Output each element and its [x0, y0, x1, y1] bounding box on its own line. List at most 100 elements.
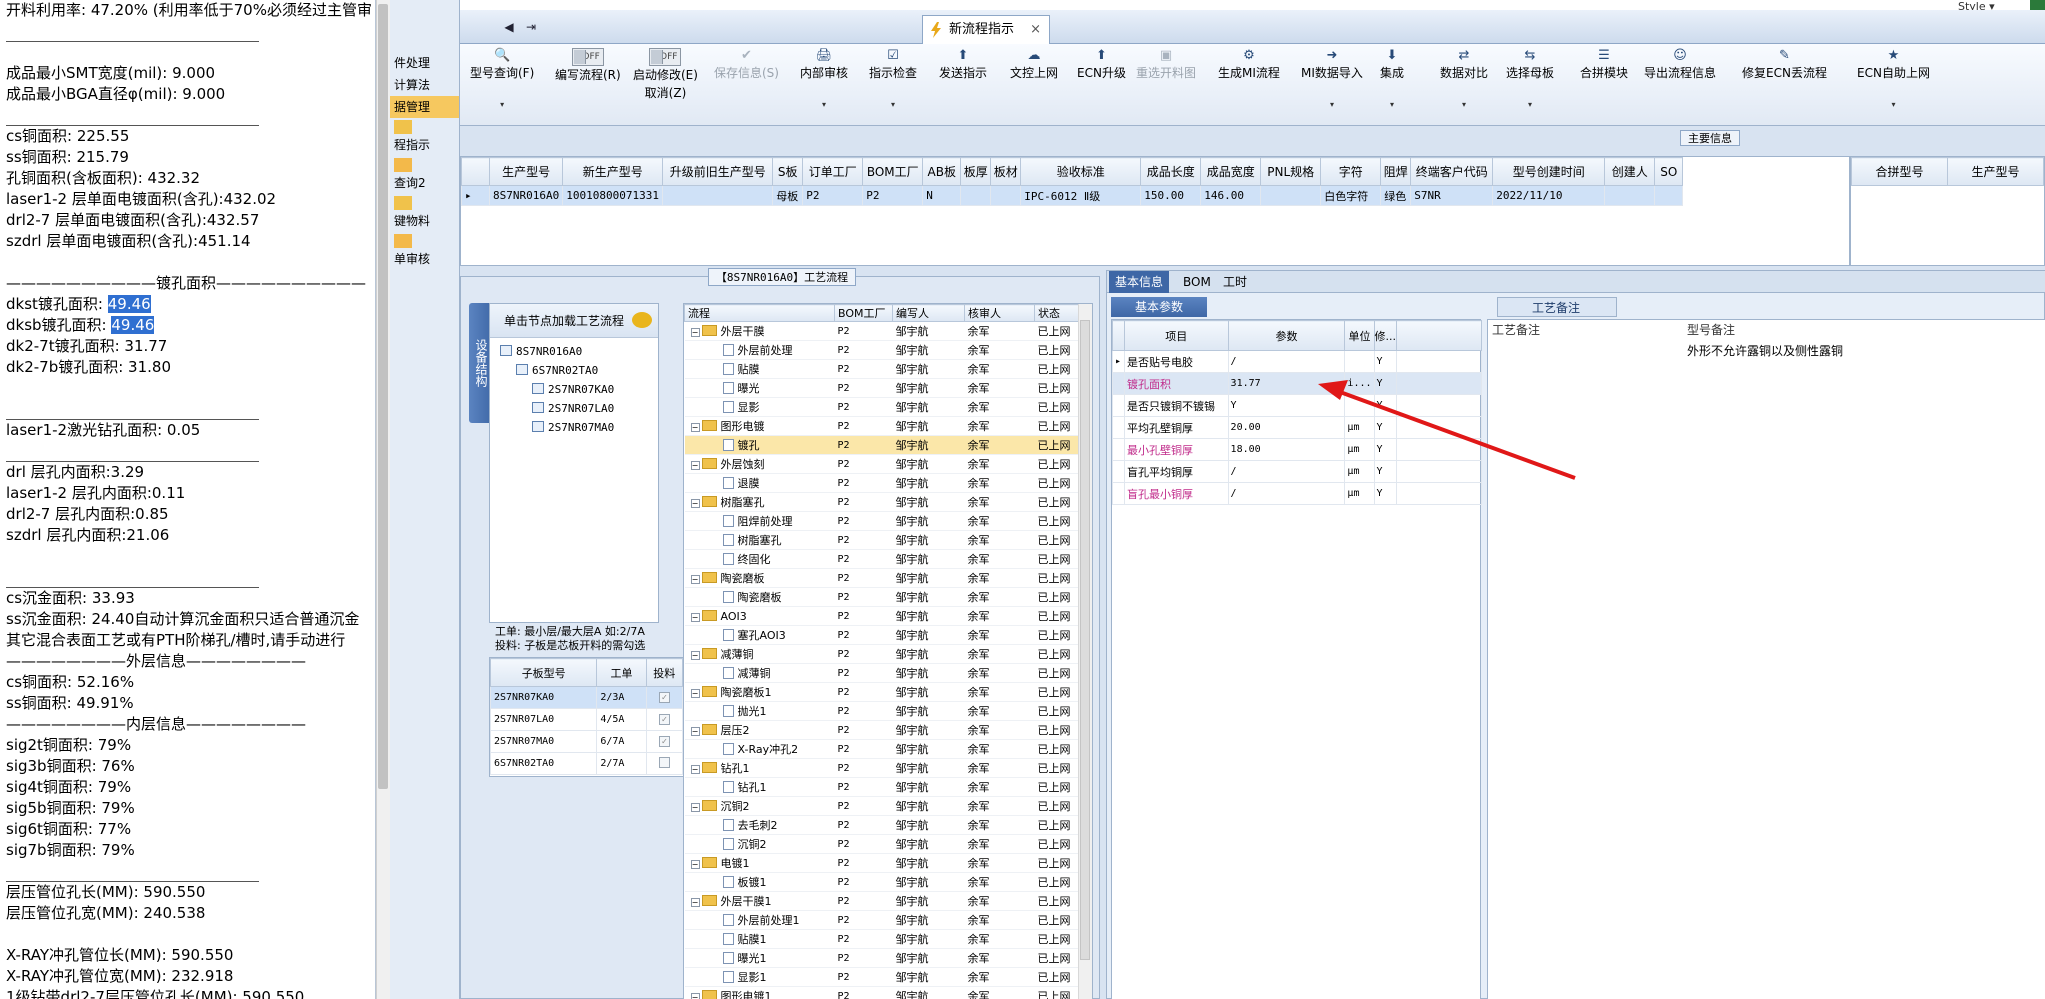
- feed-checkbox[interactable]: ✓: [658, 692, 670, 703]
- column-header[interactable]: 项目: [1123, 320, 1229, 351]
- table-cell[interactable]: 2022/11/10: [1492, 185, 1606, 206]
- toggle-switch[interactable]: OFF: [571, 48, 604, 66]
- flow-name-cell[interactable]: − 外层干膜: [684, 321, 835, 341]
- tree-node[interactable]: 6S7NR02TA0: [500, 361, 658, 380]
- column-header[interactable]: 单位: [1344, 320, 1375, 351]
- table-cell[interactable]: P2: [802, 185, 864, 206]
- column-header[interactable]: S板: [772, 157, 804, 186]
- tab-detail[interactable]: 工时: [1217, 271, 1253, 293]
- column-header[interactable]: 工单: [596, 658, 647, 687]
- param-value[interactable]: 18.00: [1227, 438, 1346, 461]
- toolbar-button[interactable]: ✎ 修复ECN丢流程: [1742, 48, 1827, 122]
- toolbar-button[interactable]: ☰ 合拼模块: [1580, 48, 1628, 122]
- flow-name-cell[interactable]: 外层前处理1: [684, 910, 835, 930]
- table-row[interactable]: ▸ 8S7NR016A0 10010800071331 母板 P2 P2 N IPC-6012…: [461, 185, 1684, 206]
- table-row[interactable]: 平均孔壁铜厚 20.00 μm Y: [1112, 416, 1482, 439]
- column-header[interactable]: 编写人: [892, 304, 965, 322]
- tree-node[interactable]: 2S7NR07LA0: [500, 399, 658, 418]
- table-row[interactable]: 2S7NR07KA0 2/3A ✓: [489, 686, 684, 709]
- table-row[interactable]: 板镀1 P2 邹宇航 余军 已上网: [684, 872, 1081, 892]
- column-header[interactable]: 合拼型号: [1851, 157, 1948, 186]
- table-row[interactable]: 钻孔1 P2 邹宇航 余军 已上网: [684, 777, 1081, 797]
- table-row[interactable]: − 图形电镀1 P2 邹宇航 余军 已上网: [684, 986, 1081, 999]
- column-header[interactable]: 投料: [645, 658, 684, 687]
- area-notes-panel[interactable]: 开料利用率: 47.20% (利用率低于70%必须经过主管审 成品最小SMT宽度(…: [0, 0, 376, 999]
- table-cell[interactable]: [662, 185, 774, 206]
- table-row[interactable]: − 层压2 P2 邹宇航 余军 已上网: [684, 720, 1081, 740]
- chevron-down-icon[interactable]: ▾: [1440, 100, 1488, 110]
- table-row[interactable]: 抛光1 P2 邹宇航 余军 已上网: [684, 701, 1081, 721]
- close-icon[interactable]: ×: [1030, 16, 1041, 44]
- flow-name-cell[interactable]: 陶瓷磨板: [684, 587, 835, 607]
- nav-item[interactable]: 单审核: [390, 248, 459, 270]
- collapse-icon[interactable]: −: [690, 612, 700, 622]
- feed-checkbox[interactable]: [658, 756, 670, 768]
- column-header[interactable]: 阻焊: [1380, 157, 1412, 186]
- flow-name-cell[interactable]: 退膜: [684, 473, 835, 493]
- table-row[interactable]: 2S7NR07LA0 4/5A ✓: [489, 708, 684, 731]
- table-cell[interactable]: N: [922, 185, 962, 206]
- column-header[interactable]: 创建人: [1604, 157, 1656, 186]
- column-header[interactable]: 板材: [990, 157, 1022, 186]
- chevron-down-icon[interactable]: ▾: [1857, 100, 1930, 110]
- table-row[interactable]: − 钻孔1 P2 邹宇航 余军 已上网: [684, 758, 1081, 778]
- board-tree[interactable]: 单击节点加载工艺流程 8S7NR016A0 6S7NR02TA0 2S7NR07KA…: [489, 303, 659, 623]
- column-header[interactable]: 成品长度: [1140, 157, 1202, 186]
- column-header[interactable]: 板厚: [960, 157, 992, 186]
- table-row[interactable]: 阻焊前处理 P2 邹宇航 余军 已上网: [684, 511, 1081, 531]
- table-cell[interactable]: S7NR: [1410, 185, 1494, 206]
- notes-scrollbar-thumb[interactable]: [378, 4, 388, 789]
- collapse-icon[interactable]: −: [690, 803, 700, 812]
- toolbar-button[interactable]: ⚙ 生成MI流程: [1218, 48, 1280, 122]
- tree-node[interactable]: 2S7NR07MA0: [500, 418, 658, 437]
- merge-grid[interactable]: 合拼型号 生产型号: [1850, 156, 2045, 266]
- table-row[interactable]: − 减薄铜 P2 邹宇航 余军 已上网: [684, 644, 1081, 664]
- table-row[interactable]: 最小孔壁铜厚 18.00 μm Y: [1112, 438, 1482, 461]
- table-row[interactable]: 2S7NR07MA0 6/7A ✓: [489, 730, 684, 753]
- toolbar-button[interactable]: ✔ 保存信息(S): [714, 48, 779, 122]
- table-cell[interactable]: P2: [862, 185, 924, 206]
- table-row[interactable]: 显影1 P2 邹宇航 余军 已上网: [684, 967, 1081, 987]
- table-cell[interactable]: [1604, 185, 1656, 206]
- flow-name-cell[interactable]: 终固化: [684, 549, 835, 569]
- collapse-icon[interactable]: −: [690, 993, 700, 999]
- table-row[interactable]: 塞孔AOI3 P2 邹宇航 余军 已上网: [684, 625, 1081, 645]
- param-value[interactable]: /: [1227, 482, 1346, 505]
- feed-checkbox[interactable]: ✓: [658, 736, 670, 747]
- column-header[interactable]: BOM工厂: [834, 304, 893, 322]
- param-value[interactable]: /: [1227, 460, 1346, 483]
- column-header[interactable]: 生产型号: [488, 157, 564, 186]
- flow-name-cell[interactable]: 贴膜1: [684, 929, 835, 949]
- column-header[interactable]: 验收标准: [1020, 157, 1142, 186]
- flow-name-cell[interactable]: 钻孔1: [684, 777, 835, 797]
- table-cell[interactable]: [1654, 185, 1684, 206]
- flow-name-cell[interactable]: 曝光1: [684, 948, 835, 968]
- main-info-grid[interactable]: 生产型号 新生产型号 升级前旧生产型号 S板 订单工厂 BOM工厂 AB板 板厚 板材 验收标准成…: [460, 156, 1850, 266]
- folder-icon[interactable]: [394, 158, 412, 172]
- table-row[interactable]: 贴膜1 P2 邹宇航 余军 已上网: [684, 929, 1081, 949]
- flow-name-cell[interactable]: − 陶瓷磨板: [684, 568, 835, 588]
- table-row[interactable]: 外层前处理 P2 邹宇航 余军 已上网: [684, 340, 1081, 360]
- chevron-down-icon[interactable]: ▾: [1380, 100, 1404, 110]
- column-header[interactable]: 流程: [684, 304, 835, 322]
- toolbar-button[interactable]: ☑ 指示检查 ▾: [869, 48, 917, 122]
- flow-name-cell[interactable]: − 电镀1: [684, 853, 835, 873]
- collapse-icon[interactable]: −: [690, 689, 700, 698]
- table-cell[interactable]: 绿色: [1380, 185, 1412, 206]
- table-cell[interactable]: [990, 185, 1022, 206]
- table-row[interactable]: − AOI3 P2 邹宇航 余军 已上网: [684, 606, 1081, 626]
- flow-name-cell[interactable]: 曝光: [684, 378, 835, 398]
- chevron-down-icon[interactable]: ▾: [1301, 100, 1363, 110]
- flow-name-cell[interactable]: − 树脂塞孔: [684, 492, 835, 512]
- table-cell[interactable]: 母板: [772, 185, 804, 206]
- column-header[interactable]: 状态: [1034, 304, 1081, 322]
- flow-name-cell[interactable]: 阻焊前处理: [684, 511, 835, 531]
- flow-name-cell[interactable]: 镀孔: [684, 435, 835, 455]
- table-row[interactable]: − 电镀1 P2 邹宇航 余军 已上网: [684, 853, 1081, 873]
- column-header[interactable]: 终端客户代码: [1410, 157, 1494, 186]
- flow-name-cell[interactable]: − 图形电镀1: [684, 986, 835, 999]
- process-flow-grid[interactable]: 流程 BOM工厂 编写人 核审人 状态 − 外层干膜 P2 邹宇航 余军 已上网 外层前处理 P2 邹宇…: [683, 303, 1093, 999]
- flow-name-cell[interactable]: 外层前处理: [684, 340, 835, 360]
- table-row[interactable]: 盲孔最小铜厚 / μm Y: [1112, 482, 1482, 505]
- flow-name-cell[interactable]: 去毛刺2: [684, 815, 835, 835]
